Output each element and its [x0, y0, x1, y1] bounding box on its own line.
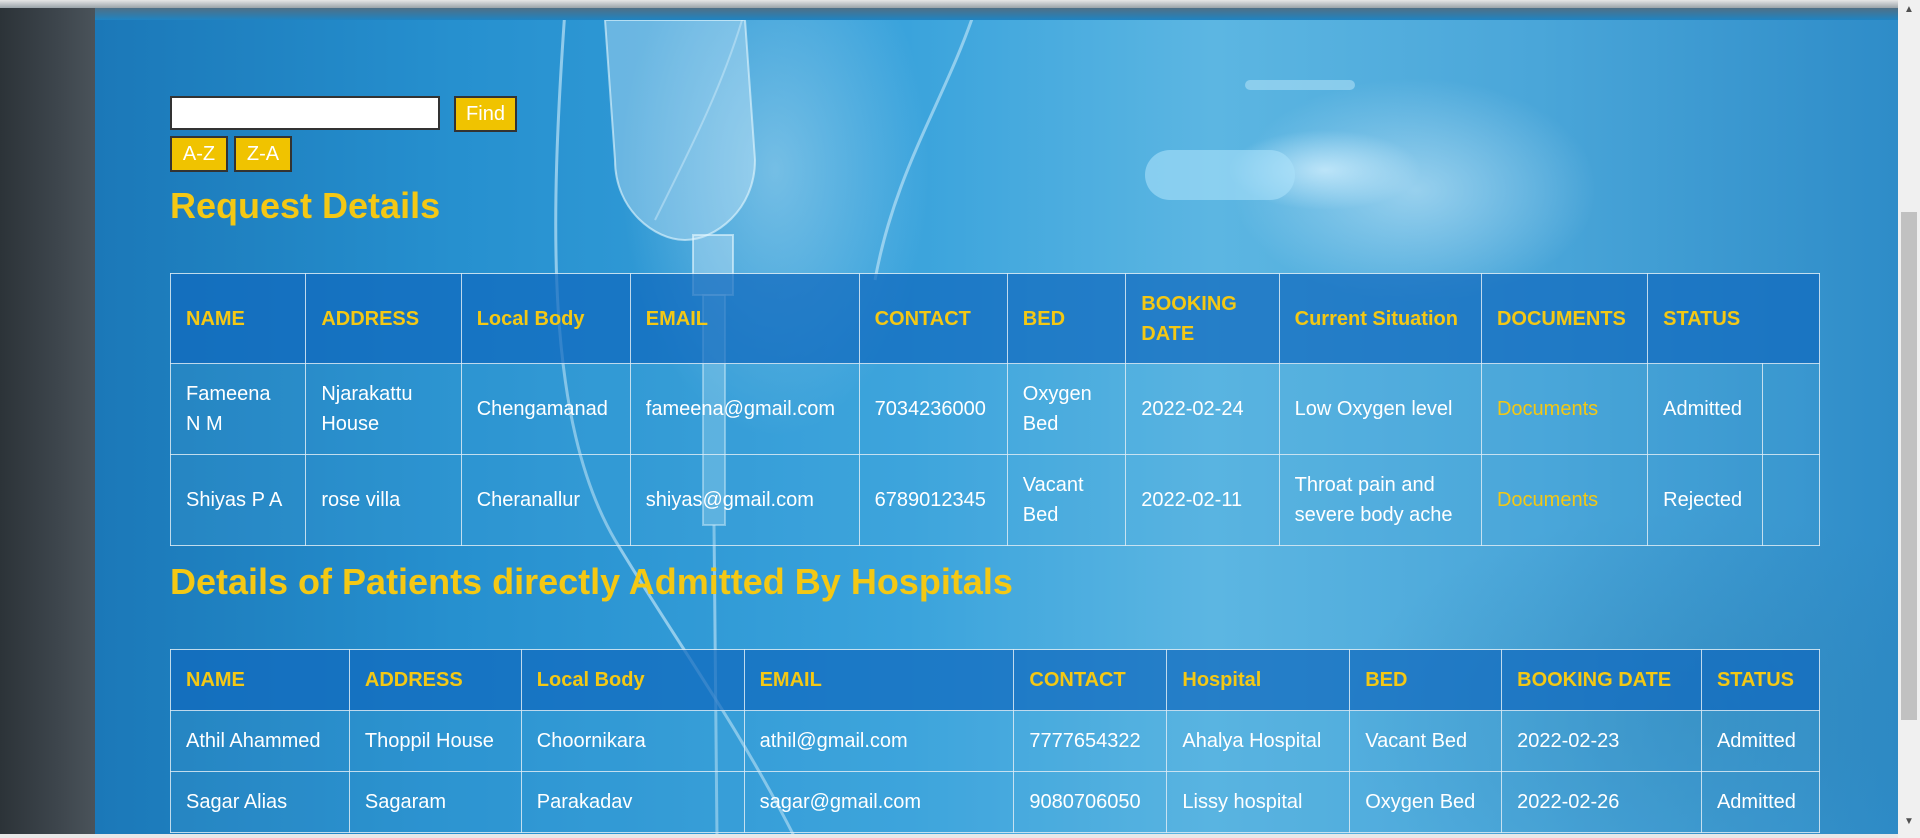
request-details-table: NAME ADDRESS Local Body EMAIL CONTACT BE… [169, 273, 1821, 546]
left-background-strip [0, 0, 95, 838]
cell-local-body: Parakadav [520, 771, 745, 833]
cell-status: Admitted [1647, 363, 1763, 455]
column-header-hospital: Hospital [1166, 649, 1351, 711]
sort-az-button[interactable]: A-Z [170, 136, 228, 172]
admitted-patients-title: Details of Patients directly Admitted By… [170, 561, 1013, 602]
cell-address: Njarakattu House [305, 363, 462, 455]
cell-bed: Oxygen Bed [1349, 771, 1503, 833]
cell-status: Rejected [1647, 454, 1763, 546]
cell-address: Sagaram [348, 771, 522, 833]
column-header-status: STATUS [1647, 273, 1820, 364]
cell-hospital: Ahalya Hospital [1166, 710, 1351, 772]
column-header-local-body: Local Body [520, 649, 745, 711]
column-header-email: EMAIL [629, 273, 860, 364]
table-row: Shiyas P A rose villa Cheranallur shiyas… [169, 454, 1821, 546]
cell-name: Athil Ahammed [170, 710, 350, 772]
request-details-title: Request Details [170, 185, 441, 226]
documents-link[interactable]: Documents [1497, 489, 1598, 511]
cell-status: Admitted [1700, 710, 1821, 772]
cell-name: Fameena N M [169, 363, 307, 455]
cell-status: Admitted [1700, 771, 1821, 833]
column-header-contact: CONTACT [1013, 649, 1168, 711]
cell-bed: Oxygen Bed [1006, 363, 1127, 455]
column-header-address: ADDRESS [305, 273, 462, 364]
cell-booking-date: 2022-02-23 [1501, 710, 1702, 772]
cell-documents: Documents [1480, 454, 1649, 546]
column-header-name: NAME [170, 649, 350, 711]
column-header-address: ADDRESS [348, 649, 522, 711]
top-edge [0, 0, 1898, 8]
cell-email: athil@gmail.com [743, 710, 1015, 772]
admitted-patients-table: NAME ADDRESS Local Body EMAIL CONTACT Ho… [170, 649, 1821, 833]
cell-local-body: Choornikara [520, 710, 745, 772]
cell-local-body: Chengamanad [460, 363, 631, 455]
table-header-row: NAME ADDRESS Local Body EMAIL CONTACT Ho… [170, 649, 1821, 711]
cell-address: Thoppil House [348, 710, 522, 772]
table-row: Fameena N M Njarakattu House Chengamanad… [169, 363, 1821, 455]
scroll-up-arrow-icon[interactable]: ▲ [1898, 2, 1920, 18]
table-row: Athil Ahammed Thoppil House Choornikara … [170, 710, 1821, 772]
cell-empty [1761, 363, 1821, 455]
cell-name: Sagar Alias [170, 771, 350, 833]
column-header-booking-date: BOOKING DATE [1501, 649, 1702, 711]
cell-contact: 7777654322 [1013, 710, 1168, 772]
column-header-bed: BED [1349, 649, 1503, 711]
cell-contact: 6789012345 [858, 454, 1008, 546]
column-header-local-body: Local Body [460, 273, 631, 364]
cell-contact: 7034236000 [858, 363, 1008, 455]
cell-bed: Vacant Bed [1349, 710, 1503, 772]
cell-contact: 9080706050 [1013, 771, 1168, 833]
cell-booking-date: 2022-02-11 [1125, 454, 1280, 546]
cell-local-body: Cheranallur [460, 454, 631, 546]
find-button[interactable]: Find [454, 96, 517, 132]
cell-email: sagar@gmail.com [743, 771, 1015, 833]
column-header-contact: CONTACT [858, 273, 1008, 364]
cell-email: shiyas@gmail.com [629, 454, 860, 546]
column-header-documents: DOCUMENTS [1480, 273, 1649, 364]
documents-link[interactable]: Documents [1497, 398, 1598, 420]
column-header-booking-date: BOOKING DATE [1125, 273, 1280, 364]
search-input[interactable] [170, 96, 440, 130]
column-header-status: STATUS [1700, 649, 1821, 711]
table-row: Sagar Alias Sagaram Parakadav sagar@gmai… [170, 771, 1821, 833]
column-header-current-situation: Current Situation [1278, 273, 1482, 364]
cell-booking-date: 2022-02-24 [1125, 363, 1280, 455]
sort-za-button[interactable]: Z-A [234, 136, 292, 172]
cell-bed: Vacant Bed [1006, 454, 1127, 546]
cell-current-situation: Throat pain and severe body ache [1278, 454, 1482, 546]
column-header-name: NAME [169, 273, 307, 364]
cell-documents: Documents [1480, 363, 1649, 455]
scrollbar-thumb[interactable] [1901, 212, 1917, 720]
column-header-email: EMAIL [743, 649, 1015, 711]
column-header-bed: BED [1006, 273, 1127, 364]
table-header-row: NAME ADDRESS Local Body EMAIL CONTACT BE… [169, 273, 1820, 364]
cell-hospital: Lissy hospital [1166, 771, 1351, 833]
cell-name: Shiyas P A [169, 454, 307, 546]
scroll-down-arrow-icon[interactable]: ▼ [1898, 814, 1920, 830]
cell-address: rose villa [305, 454, 462, 546]
cell-empty [1761, 454, 1821, 546]
cell-email: fameena@gmail.com [629, 363, 860, 455]
cell-booking-date: 2022-02-26 [1501, 771, 1702, 833]
bottom-edge [0, 834, 1898, 838]
cell-current-situation: Low Oxygen level [1278, 363, 1482, 455]
top-shadow [95, 8, 1898, 20]
